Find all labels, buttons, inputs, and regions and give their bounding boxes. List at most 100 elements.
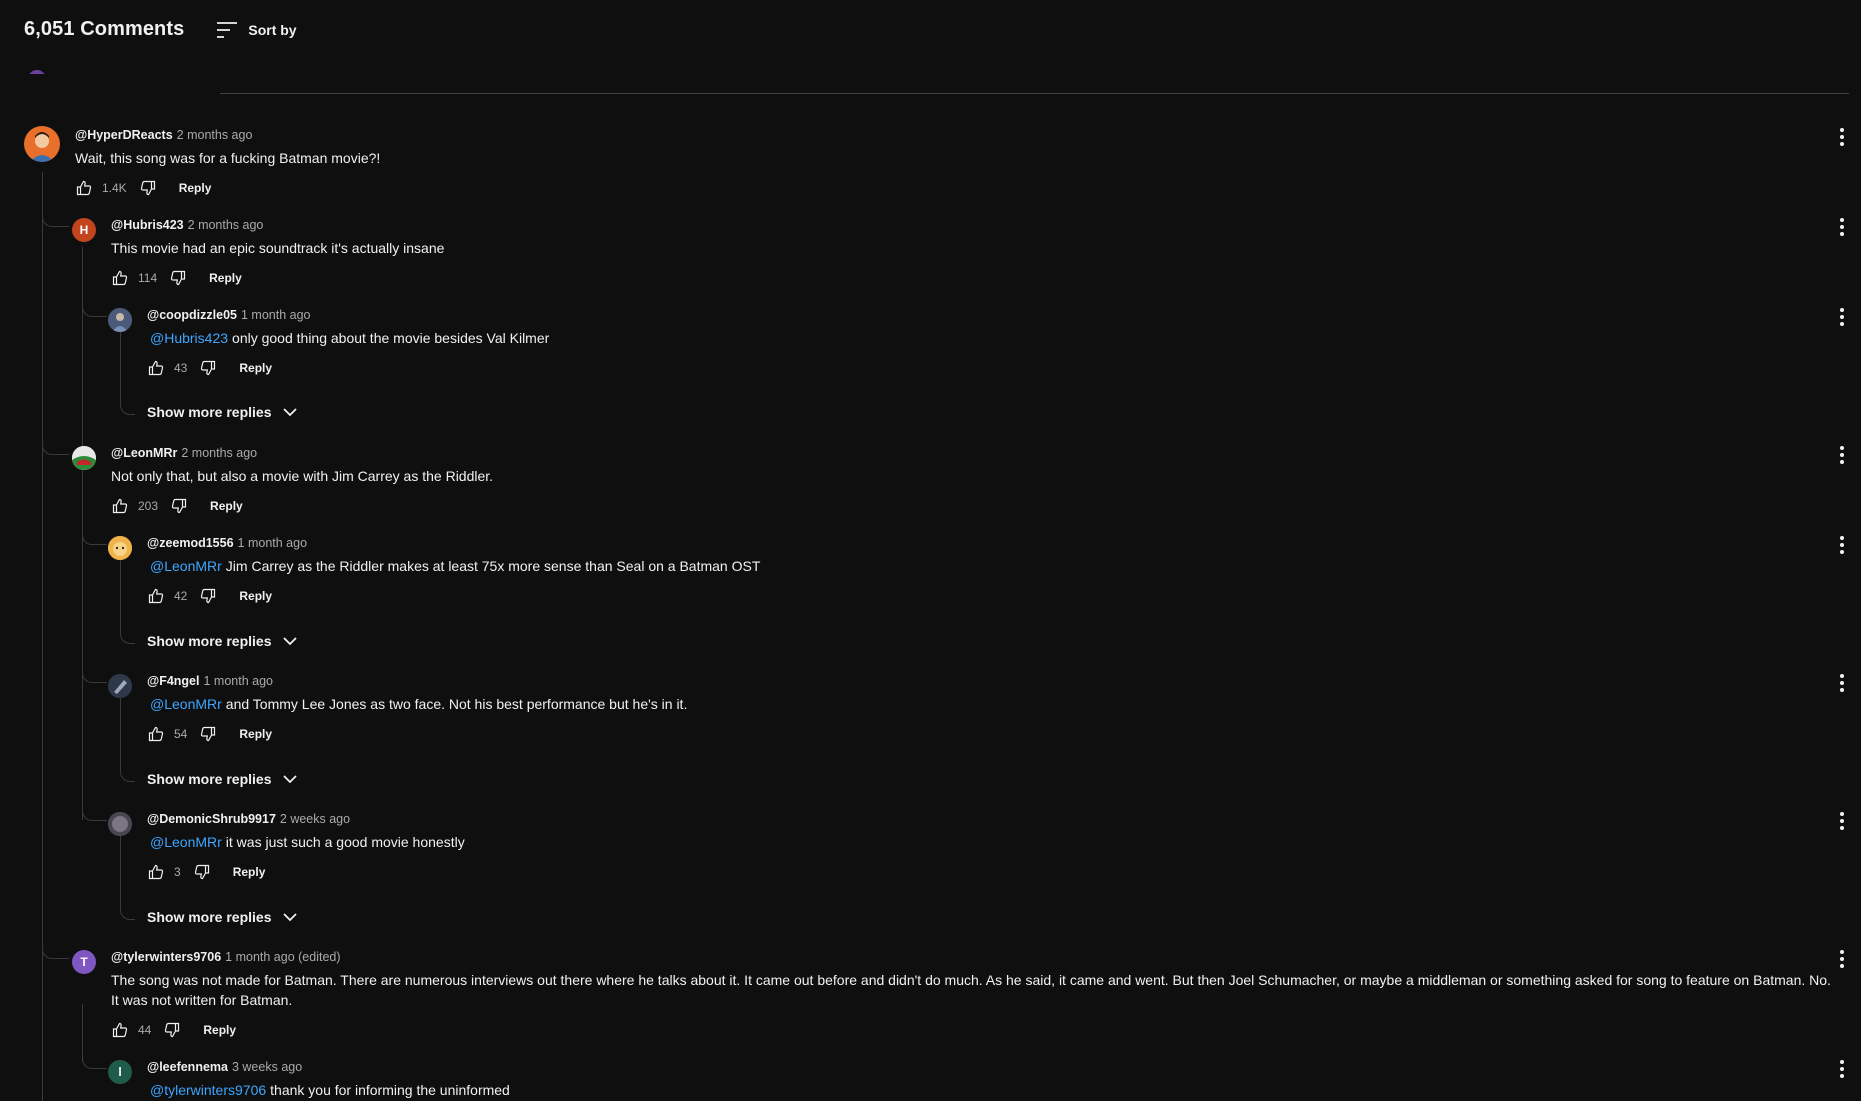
reply-button[interactable]: Reply bbox=[179, 181, 212, 195]
comment-author[interactable]: @LeonMRr bbox=[111, 446, 177, 460]
like-button[interactable] bbox=[147, 725, 165, 743]
more-vert-icon bbox=[1840, 536, 1844, 554]
thumb-down-icon bbox=[201, 588, 216, 604]
avatar[interactable] bbox=[108, 812, 132, 836]
comment-author[interactable]: @zeemod1556 bbox=[147, 536, 234, 550]
comment-menu-button[interactable] bbox=[1835, 216, 1849, 238]
comment-actions: 1.4K Reply bbox=[75, 179, 211, 197]
comment-actions: 54 Reply bbox=[147, 725, 272, 743]
comment-meta: @HyperDReacts 2 months ago bbox=[75, 128, 252, 142]
comment-body: Wait, this song was for a fucking Batman… bbox=[75, 150, 381, 166]
comment-time[interactable]: 2 months ago bbox=[181, 446, 257, 460]
thumb-up-icon bbox=[148, 360, 164, 376]
dislike-button[interactable] bbox=[199, 359, 217, 377]
comment-text: @LeonMRr Jim Carrey as the Riddler makes … bbox=[147, 556, 1841, 576]
like-count: 42 bbox=[174, 589, 188, 603]
reply-comment: H @Hubris423 2 months ago This movie had … bbox=[0, 216, 1861, 306]
avatar[interactable] bbox=[108, 674, 132, 698]
show-more-replies-button[interactable]: Show more replies bbox=[147, 909, 298, 925]
comment-author[interactable]: @HyperDReacts bbox=[75, 128, 173, 142]
comment-menu-button[interactable] bbox=[1835, 444, 1849, 466]
comment-author[interactable]: @tylerwinters9706 bbox=[111, 950, 221, 964]
like-button[interactable] bbox=[147, 587, 165, 605]
reply-button[interactable]: Reply bbox=[239, 361, 272, 375]
like-count: 203 bbox=[138, 499, 159, 513]
comment-menu-button[interactable] bbox=[1835, 672, 1849, 694]
reply-button[interactable]: Reply bbox=[210, 499, 243, 513]
mention-link[interactable]: @LeonMRr bbox=[147, 834, 222, 850]
dislike-button[interactable] bbox=[193, 863, 211, 881]
reply-button[interactable]: Reply bbox=[209, 271, 242, 285]
comment-time[interactable]: 2 months ago bbox=[177, 128, 253, 142]
dislike-button[interactable] bbox=[139, 179, 157, 197]
avatar[interactable]: H bbox=[72, 218, 96, 242]
comment-time[interactable]: 1 month ago bbox=[238, 536, 308, 550]
reply-button[interactable]: Reply bbox=[239, 589, 272, 603]
dislike-button[interactable] bbox=[170, 497, 188, 515]
comment-menu-button[interactable] bbox=[1835, 534, 1849, 556]
dislike-button[interactable] bbox=[163, 1021, 181, 1039]
like-button[interactable] bbox=[75, 179, 93, 197]
dislike-button[interactable] bbox=[169, 269, 187, 287]
comment-menu-button[interactable] bbox=[1835, 126, 1849, 148]
chevron-down-icon bbox=[283, 774, 298, 783]
comment-menu-button[interactable] bbox=[1835, 948, 1849, 970]
like-button[interactable] bbox=[111, 269, 129, 287]
avatar[interactable]: l bbox=[108, 1060, 132, 1084]
show-more-replies-button[interactable]: Show more replies bbox=[147, 771, 298, 787]
dislike-button[interactable] bbox=[199, 587, 217, 605]
more-vert-icon bbox=[1840, 812, 1844, 830]
show-more-replies-button[interactable]: Show more replies bbox=[147, 633, 298, 649]
comment-author[interactable]: @Hubris423 bbox=[111, 218, 184, 232]
comment-author[interactable]: @coopdizzle05 bbox=[147, 308, 237, 322]
mention-link[interactable]: @tylerwinters9706 bbox=[147, 1082, 266, 1098]
thread-elbow bbox=[120, 901, 135, 920]
comment-menu-button[interactable] bbox=[1835, 306, 1849, 328]
reply-button[interactable]: Reply bbox=[239, 727, 272, 741]
comment-time[interactable]: 2 weeks ago bbox=[280, 812, 350, 826]
comment-time[interactable]: 3 weeks ago bbox=[232, 1060, 302, 1074]
show-more-replies-button[interactable]: Show more replies bbox=[147, 404, 298, 420]
comment-actions: 44 Reply bbox=[111, 1021, 236, 1039]
comment-text: This movie had an epic soundtrack it's a… bbox=[111, 238, 1841, 258]
reply-button[interactable]: Reply bbox=[233, 865, 266, 879]
avatar[interactable] bbox=[108, 536, 132, 560]
mention-link[interactable]: @LeonMRr bbox=[147, 558, 222, 574]
comment-input-underline[interactable] bbox=[220, 93, 1849, 94]
mention-link[interactable]: @LeonMRr bbox=[147, 696, 222, 712]
comment-time[interactable]: 1 month ago (edited) bbox=[225, 950, 340, 964]
like-button[interactable] bbox=[111, 497, 129, 515]
comment-menu-button[interactable] bbox=[1835, 810, 1849, 832]
dislike-button[interactable] bbox=[199, 725, 217, 743]
comment-time[interactable]: 1 month ago bbox=[203, 674, 273, 688]
sort-by-button[interactable]: Sort by bbox=[216, 21, 297, 39]
avatar[interactable] bbox=[108, 308, 132, 332]
reply-comment: @zeemod1556 1 month ago @LeonMRr Jim Carre… bbox=[0, 534, 1861, 624]
comment-actions: 3 Reply bbox=[147, 863, 265, 881]
comment-author[interactable]: @F4ngel bbox=[147, 674, 199, 688]
avatar[interactable] bbox=[72, 446, 96, 470]
comment-author[interactable]: @leefennema bbox=[147, 1060, 228, 1074]
chevron-down-icon bbox=[283, 636, 298, 645]
comment-time[interactable]: 1 month ago bbox=[241, 308, 311, 322]
like-button[interactable] bbox=[147, 359, 165, 377]
comment-author[interactable]: @DemonicShrub9917 bbox=[147, 812, 276, 826]
avatar[interactable] bbox=[24, 126, 60, 162]
thumb-up-icon bbox=[112, 1022, 128, 1038]
thumb-up-icon bbox=[148, 864, 164, 880]
more-vert-icon bbox=[1840, 446, 1844, 464]
thumb-down-icon bbox=[194, 864, 209, 880]
more-vert-icon bbox=[1840, 674, 1844, 692]
thumb-down-icon bbox=[171, 498, 187, 514]
reply-button[interactable]: Reply bbox=[203, 1023, 236, 1037]
like-button[interactable] bbox=[147, 863, 165, 881]
mention-link[interactable]: @Hubris423 bbox=[147, 330, 228, 346]
reply-comment: T @tylerwinters9706 1 month ago (edited) … bbox=[0, 948, 1861, 1058]
comment-meta: @LeonMRr 2 months ago bbox=[111, 446, 257, 460]
chevron-down-icon bbox=[283, 912, 298, 921]
comment-time[interactable]: 2 months ago bbox=[188, 218, 264, 232]
avatar[interactable]: T bbox=[72, 950, 96, 974]
show-more-replies-label: Show more replies bbox=[147, 771, 272, 787]
like-button[interactable] bbox=[111, 1021, 129, 1039]
comment-menu-button[interactable] bbox=[1835, 1058, 1849, 1080]
